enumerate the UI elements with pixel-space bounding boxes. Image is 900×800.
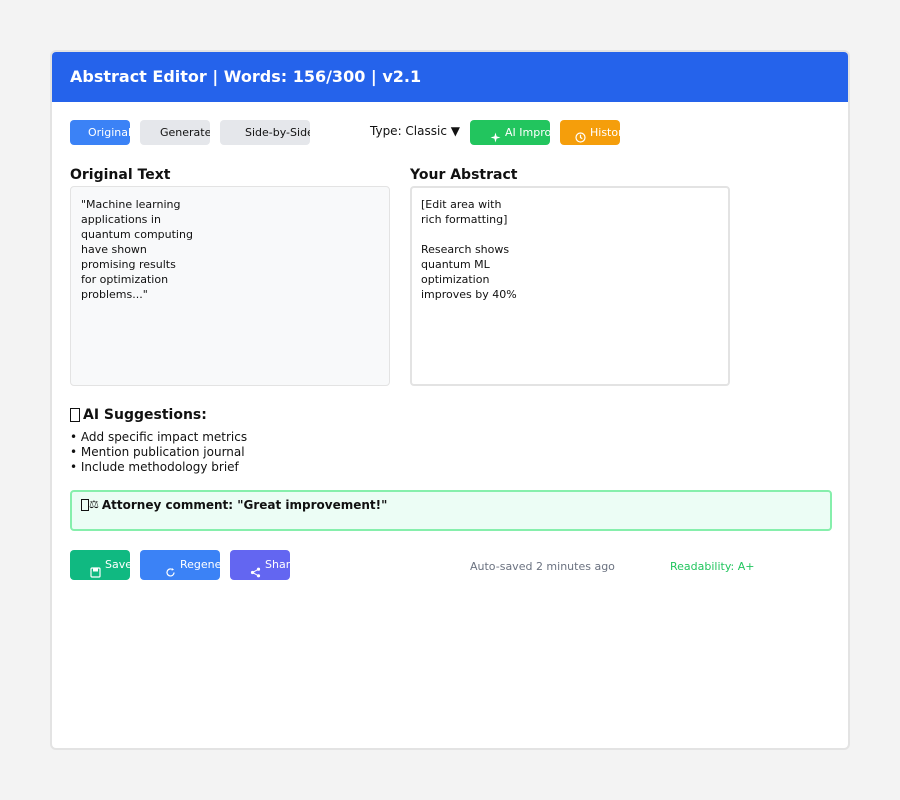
save-button[interactable]: Save xyxy=(70,550,130,580)
share-label: Share xyxy=(265,558,290,571)
ai-improve-label: AI Improve xyxy=(505,126,550,139)
save-label: Save xyxy=(105,558,130,571)
abstract-editor[interactable]: [Edit area with rich formatting] Researc… xyxy=(410,186,730,386)
editor-window: Abstract Editor | Words: 156/300 | v2.1 … xyxy=(50,50,850,750)
sparkle-icon xyxy=(490,127,501,143)
share-button[interactable]: Share xyxy=(230,550,290,580)
tab-generated[interactable]: Generated xyxy=(140,120,210,145)
refresh-icon xyxy=(165,560,176,577)
history-label: History xyxy=(590,126,620,139)
autosave-status: Auto-saved 2 minutes ago xyxy=(470,560,615,573)
readability-score: Readability: A+ xyxy=(670,560,755,573)
tab-side-by-side[interactable]: Side-by-Side xyxy=(220,120,310,145)
tab-generated-label: Generated xyxy=(160,126,210,139)
original-text-heading: Original Text xyxy=(70,167,171,183)
ai-suggestions-heading: AI Suggestions: xyxy=(70,407,207,423)
type-select[interactable]: Type: Classic ▼ xyxy=(370,124,460,138)
original-text-panel: "Machine learning applications in quantu… xyxy=(70,186,390,386)
tab-original[interactable]: Original xyxy=(70,120,130,145)
regenerate-button[interactable]: Regenerate xyxy=(140,550,220,580)
ai-improve-button[interactable]: AI Improve xyxy=(470,120,550,145)
lightbulb-icon xyxy=(70,408,80,422)
share-icon xyxy=(250,560,261,577)
suggestions-list: • Add specific impact metrics • Mention … xyxy=(70,430,247,475)
tab-original-label: Original xyxy=(88,126,130,139)
suggestion-item: • Add specific impact metrics xyxy=(70,430,248,444)
history-icon xyxy=(575,127,586,143)
ai-suggestions-title: AI Suggestions: xyxy=(83,407,207,423)
suggestion-item: • Mention publication journal xyxy=(70,445,245,459)
window-title: Abstract Editor | Words: 156/300 | v2.1 xyxy=(52,52,848,102)
your-abstract-heading: Your Abstract xyxy=(410,167,518,183)
save-icon xyxy=(90,560,101,578)
suggestion-item: • Include methodology brief xyxy=(70,460,239,474)
attorney-comment: ⚖ Attorney comment: "Great improvement!" xyxy=(70,490,832,531)
attorney-comment-text: Attorney comment: "Great improvement!" xyxy=(101,498,388,512)
scale-icon: ⚖ xyxy=(81,498,99,511)
tab-side-by-side-label: Side-by-Side xyxy=(245,126,310,139)
history-button[interactable]: History xyxy=(560,120,620,145)
regenerate-label: Regenerate xyxy=(180,558,220,571)
